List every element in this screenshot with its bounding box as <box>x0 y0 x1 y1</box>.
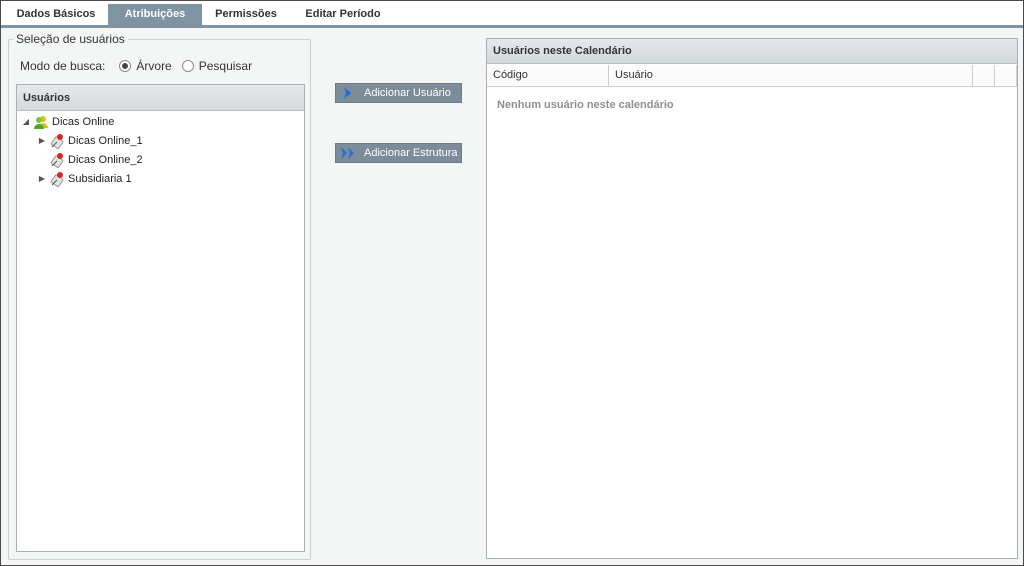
tab-bar: Dados Básicos Atribuições Permissões Edi… <box>1 1 1023 28</box>
grid-column-header: Código Usuário <box>487 65 1017 87</box>
single-arrow-right-icon <box>344 87 351 99</box>
radio-pesquisar-indicator[interactable] <box>181 60 194 72</box>
users-tree-header: Usuários <box>17 85 304 111</box>
radio-pesquisar-label: Pesquisar <box>198 59 253 73</box>
group-users-icon <box>34 116 48 129</box>
tree-node-label: Dicas Online_2 <box>68 154 143 166</box>
user-pin-icon <box>50 172 64 187</box>
grid-title: Usuários neste Calendário <box>487 39 1017 64</box>
tree-node-dicas-online-1[interactable]: ▶ Dicas Online_1 <box>37 132 143 150</box>
radio-pesquisar[interactable]: Pesquisar <box>181 58 253 74</box>
column-codigo[interactable]: Código <box>487 65 609 86</box>
tree-node-label: Dicas Online <box>52 116 115 128</box>
search-mode-label: Modo de busca: <box>20 59 106 73</box>
tab-atribuicoes[interactable]: Atribuições <box>108 4 202 25</box>
empty-grid-message: Nenhum usuário neste calendário <box>497 99 674 111</box>
tab-dados-basicos[interactable]: Dados Básicos <box>10 4 102 25</box>
column-action-1[interactable] <box>973 65 995 86</box>
add-user-button[interactable]: Adicionar Usuário <box>335 83 462 103</box>
radio-arvore[interactable]: Árvore <box>119 58 172 74</box>
tree-node-subsidiaria-1[interactable]: ▶ Subsidiaria 1 <box>37 170 132 188</box>
tree-node-dicas-online[interactable]: ◢ Dicas Online <box>21 113 114 131</box>
tab-editar-periodo[interactable]: Editar Período <box>291 4 395 25</box>
column-action-2[interactable] <box>995 65 1017 86</box>
collapsed-arrow-icon[interactable]: ▶ <box>37 170 47 188</box>
calendar-users-grid: Usuários neste Calendário Código Usuário… <box>486 38 1018 559</box>
add-structure-label: Adicionar Estrutura <box>364 147 458 159</box>
users-tree-panel: Usuários ◢ Dicas Online ▶ Dicas Online_1 <box>16 84 305 552</box>
add-structure-button[interactable]: Adicionar Estrutura <box>335 143 462 163</box>
tree-node-label: Subsidiaria 1 <box>68 173 132 185</box>
expanded-arrow-icon[interactable]: ◢ <box>21 113 31 131</box>
radio-arvore-indicator[interactable] <box>119 60 132 72</box>
user-selection-legend: Seleção de usuários <box>13 32 128 46</box>
tree-node-label: Dicas Online_1 <box>68 135 143 147</box>
search-mode-row: Modo de busca: Árvore Pesquisar <box>20 58 262 74</box>
user-pin-icon <box>50 153 64 168</box>
app-window: Dados Básicos Atribuições Permissões Edi… <box>0 0 1024 566</box>
add-user-label: Adicionar Usuário <box>364 87 451 99</box>
double-arrow-right-icon <box>341 147 354 159</box>
tab-permissoes[interactable]: Permissões <box>207 4 285 25</box>
user-pin-icon <box>50 134 64 149</box>
tree-node-dicas-online-2[interactable]: Dicas Online_2 <box>49 151 143 169</box>
radio-arvore-label: Árvore <box>136 59 172 73</box>
collapsed-arrow-icon[interactable]: ▶ <box>37 132 47 150</box>
column-usuario[interactable]: Usuário <box>609 65 973 86</box>
